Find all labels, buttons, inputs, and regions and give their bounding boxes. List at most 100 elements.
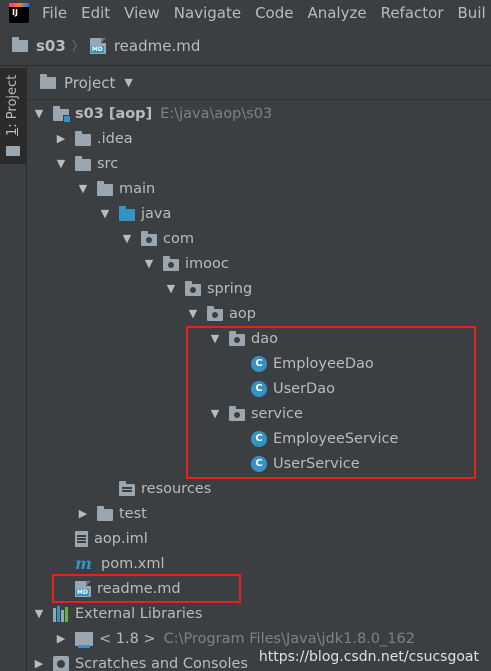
- collapsed-arrow-icon[interactable]: ▶: [53, 632, 69, 645]
- menu-edit[interactable]: Edit: [81, 4, 110, 22]
- folder-icon: [97, 180, 113, 196]
- intellij-logo-icon: IJ: [9, 3, 29, 23]
- tree-node-imooc[interactable]: ▼ imooc: [141, 251, 229, 276]
- breadcrumb-project-label: s03: [36, 36, 66, 55]
- tree-node-root[interactable]: ▼ s03 [aop] E:\java\aop\s03: [31, 101, 272, 126]
- collapsed-arrow-icon[interactable]: ▶: [53, 132, 69, 145]
- expanded-arrow-icon[interactable]: ▼: [207, 332, 223, 345]
- root-module: [aop]: [108, 105, 153, 122]
- menu-analyze[interactable]: Analyze: [307, 4, 366, 22]
- chevron-down-icon[interactable]: ▼: [124, 76, 132, 89]
- tree-node-pom[interactable]: m pom.xml: [53, 551, 165, 576]
- tree-node-aop-iml[interactable]: aop.iml: [53, 526, 148, 551]
- menu-view[interactable]: View: [124, 4, 160, 22]
- menu-file[interactable]: File: [42, 4, 67, 22]
- project-view-title[interactable]: Project: [64, 74, 115, 92]
- expanded-arrow-icon[interactable]: ▼: [31, 607, 47, 620]
- expanded-arrow-icon[interactable]: ▼: [207, 407, 223, 420]
- employee-dao-label: EmployeeDao: [273, 355, 374, 372]
- expanded-arrow-icon[interactable]: ▼: [185, 307, 201, 320]
- left-tool-stripe: 1: Project: [0, 66, 27, 671]
- scratches-icon: [53, 655, 69, 671]
- tree-node-main[interactable]: ▼ main: [75, 176, 155, 201]
- aop-iml-label: aop.iml: [94, 530, 148, 547]
- package-icon: [229, 330, 245, 346]
- breadcrumb-file[interactable]: MD readme.md: [89, 36, 201, 55]
- breadcrumb-separator-icon: 〉: [71, 39, 84, 53]
- tree-node-readme[interactable]: MD readme.md: [53, 576, 181, 601]
- maven-icon: m: [75, 553, 92, 573]
- project-tool-label: 1: Project: [5, 74, 20, 136]
- tree-node-java[interactable]: ▼ java: [97, 201, 171, 226]
- package-icon: [185, 280, 201, 296]
- class-icon: C: [251, 430, 267, 447]
- expanded-arrow-icon[interactable]: ▼: [141, 257, 157, 270]
- tree-node-jdk[interactable]: ▶ < 1.8 > C:\Program Files\Java\jdk1.8.0…: [53, 626, 415, 651]
- class-icon: C: [251, 380, 267, 397]
- tree-node-service[interactable]: ▼ service: [207, 401, 303, 426]
- menu-refactor[interactable]: Refactor: [381, 4, 444, 22]
- folder-icon: [75, 155, 91, 171]
- tree-node-user-service[interactable]: C UserService: [229, 451, 360, 476]
- class-icon: C: [251, 355, 267, 372]
- src-label: src: [97, 155, 119, 172]
- library-icon: [53, 605, 69, 622]
- tree-node-scratches[interactable]: ▶ Scratches and Consoles: [31, 651, 248, 671]
- folder-icon: [97, 505, 113, 521]
- tree-node-resources[interactable]: resources: [97, 476, 211, 501]
- tree-node-aop[interactable]: ▼ aop: [185, 301, 256, 326]
- class-icon: C: [251, 455, 267, 472]
- package-icon: [141, 230, 157, 246]
- tree-node-employee-service[interactable]: C EmployeeService: [229, 426, 398, 451]
- expanded-arrow-icon[interactable]: ▼: [53, 157, 69, 170]
- resources-label: resources: [141, 480, 212, 497]
- project-panel-header: Project ▼: [27, 66, 491, 100]
- package-icon: [163, 255, 179, 271]
- scratches-label: Scratches and Consoles: [75, 655, 248, 671]
- breadcrumb-file-label: readme.md: [113, 36, 201, 55]
- user-service-label: UserService: [273, 455, 360, 472]
- tree-node-src[interactable]: ▼ src: [53, 151, 118, 176]
- project-tool-folder-icon: [6, 146, 20, 156]
- expanded-arrow-icon[interactable]: ▼: [97, 207, 113, 220]
- menu-bar: IJ File Edit View Navigate Code Analyze …: [0, 0, 491, 26]
- tree-node-spring[interactable]: ▼ spring: [163, 276, 252, 301]
- iml-file-icon: [75, 530, 88, 547]
- tree-node-user-dao[interactable]: C UserDao: [229, 376, 335, 401]
- dao-label: dao: [251, 330, 278, 347]
- menu-build[interactable]: Buil: [458, 4, 486, 22]
- package-icon: [207, 305, 223, 321]
- main-label: main: [119, 180, 156, 197]
- tree-node-test[interactable]: ▶ test: [75, 501, 147, 526]
- collapsed-arrow-icon[interactable]: ▶: [75, 507, 91, 520]
- tree-node-dao[interactable]: ▼ dao: [207, 326, 278, 351]
- root-name: s03: [75, 105, 104, 122]
- external-libraries-label: External Libraries: [75, 605, 203, 622]
- project-view-icon: [40, 73, 56, 89]
- project-tool-button[interactable]: 1: Project: [0, 68, 27, 164]
- expanded-arrow-icon[interactable]: ▼: [75, 182, 91, 195]
- expanded-arrow-icon[interactable]: ▼: [119, 232, 135, 245]
- breadcrumb: s03 〉 MD readme.md: [0, 26, 491, 66]
- imooc-label: imooc: [185, 255, 229, 272]
- pom-label: pom.xml: [101, 555, 165, 572]
- user-dao-label: UserDao: [273, 380, 335, 397]
- root-path: E:\java\aop\s03: [160, 105, 273, 122]
- jdk-icon: [75, 631, 93, 648]
- jdk-path: C:\Program Files\Java\jdk1.8.0_162: [163, 630, 415, 647]
- tree-node-com[interactable]: ▼ com: [119, 226, 194, 251]
- jdk-name: < 1.8 >: [99, 630, 156, 647]
- markdown-file-icon: MD: [75, 580, 91, 597]
- employee-service-label: EmployeeService: [273, 430, 399, 447]
- tree-node-external-libraries[interactable]: ▼ External Libraries: [31, 601, 202, 626]
- tree-node-idea[interactable]: ▶ .idea: [53, 126, 133, 151]
- collapsed-arrow-icon[interactable]: ▶: [31, 657, 47, 670]
- service-label: service: [251, 405, 303, 422]
- watermark: https://blog.csdn.net/csucsgoat: [258, 649, 479, 665]
- expanded-arrow-icon[interactable]: ▼: [163, 282, 179, 295]
- breadcrumb-project[interactable]: s03: [12, 36, 66, 55]
- menu-navigate[interactable]: Navigate: [174, 4, 241, 22]
- tree-node-employee-dao[interactable]: C EmployeeDao: [229, 351, 374, 376]
- menu-code[interactable]: Code: [255, 4, 293, 22]
- expanded-arrow-icon[interactable]: ▼: [31, 107, 47, 120]
